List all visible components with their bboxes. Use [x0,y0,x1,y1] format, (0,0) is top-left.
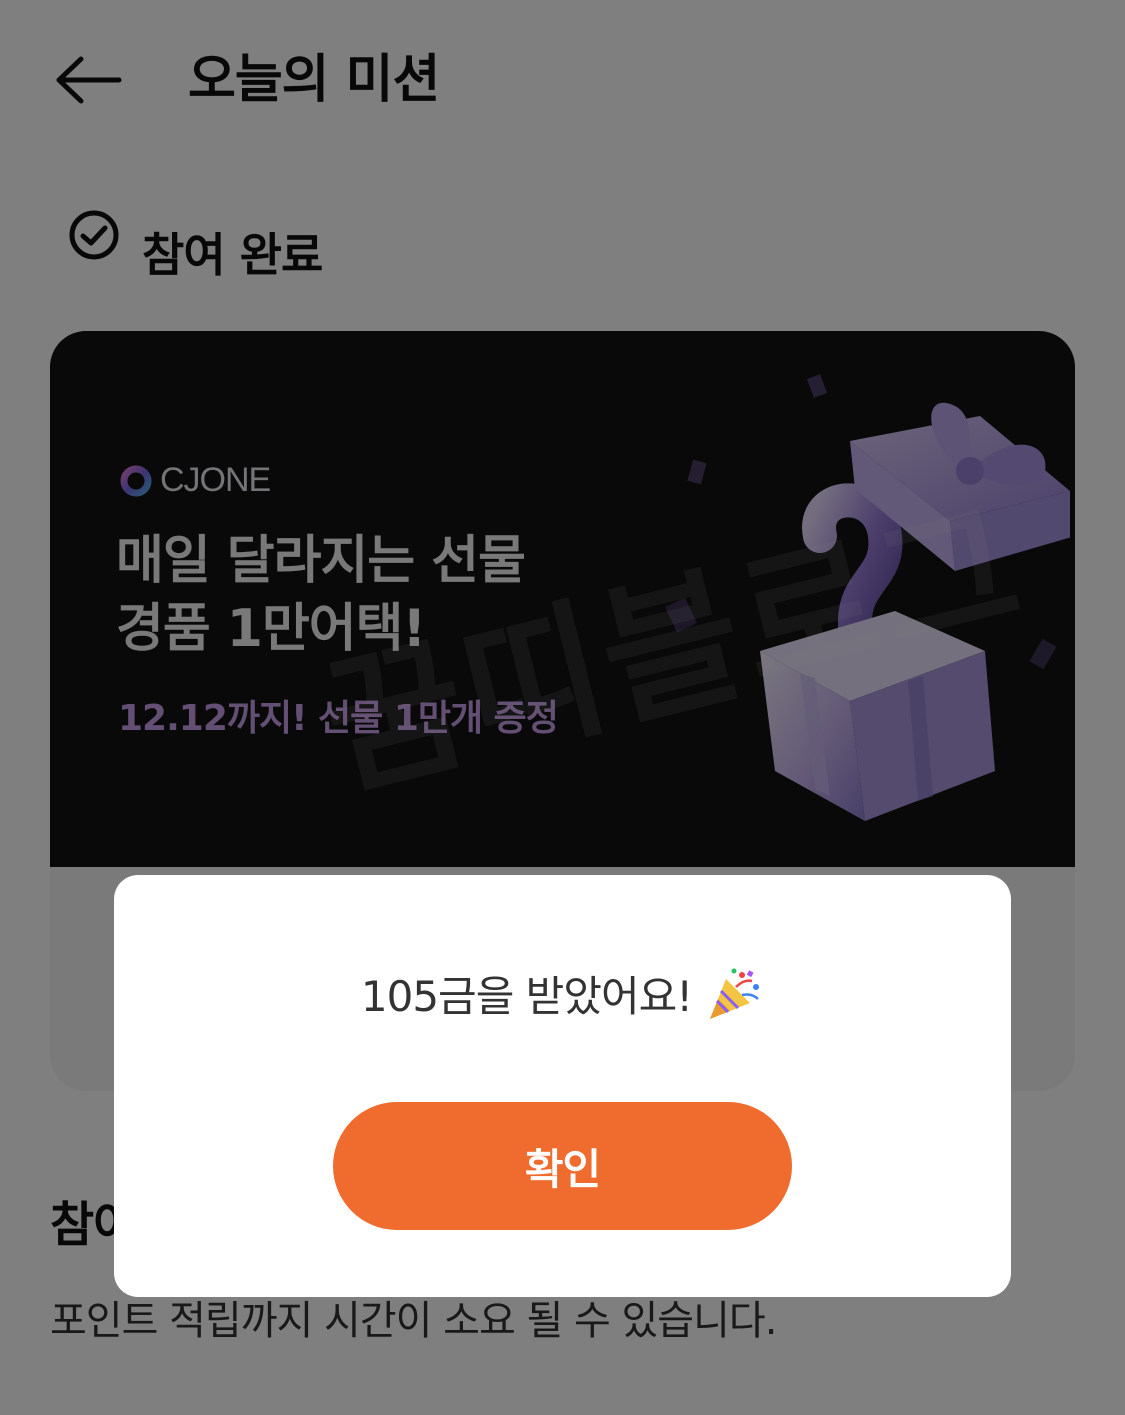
mission-page: 오늘의 미션 참여 완료 CJO [0,0,1125,1415]
confirm-button[interactable]: 확인 [333,1102,792,1230]
party-popper-icon [710,968,760,1019]
dialog-message-row: 105금을 받았어요! [114,963,1011,1024]
dialog-message: 105금을 받았어요! [360,972,693,1021]
reward-dialog: 105금을 받았어요! 확인 [114,875,1011,1297]
